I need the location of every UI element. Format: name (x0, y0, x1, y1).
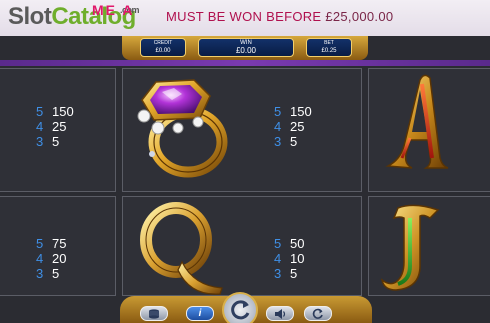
payout-count: 5 (36, 236, 44, 251)
promo-amount: £25,000.00 (325, 9, 394, 24)
payout-count: 3 (274, 134, 282, 149)
meter-bar: CREDIT £0.00 WIN £0.00 BET £0.25 (122, 36, 368, 60)
ring-symbol-icon (137, 79, 228, 178)
payout-amount: 5 (52, 134, 60, 149)
menu-button[interactable] (140, 306, 168, 321)
payout-amount: 50 (290, 236, 305, 251)
payout-amount: 75 (52, 236, 67, 251)
bet-value: £0.25 (321, 48, 337, 54)
win-value: £0.00 (235, 46, 257, 55)
payout-amount: 5 (290, 266, 298, 281)
payout-count: 5 (274, 236, 282, 251)
letter-j-payouts: 5 50 4 10 35 (274, 236, 304, 281)
payout-amount: 20 (52, 251, 67, 266)
payout-count: 4 (274, 251, 282, 266)
letter-q-symbol-icon (140, 202, 223, 295)
letter-j-symbol-icon (380, 204, 440, 291)
promo-banner: SlotCatalog .com ME A MUST BE WON BEFORE… (0, 0, 490, 36)
payout-row: 4 20 (36, 251, 66, 266)
payout-row: 5 75 (36, 236, 66, 251)
purple-strip (0, 60, 490, 66)
payout-row: 5 150 (274, 104, 312, 119)
ring-payouts: 5 150 4 25 35 (36, 104, 74, 149)
mega-jackpot-logo: ME A (92, 2, 135, 18)
payout-row: 4 10 (274, 251, 304, 266)
autoplay-icon (312, 308, 323, 319)
spin-button[interactable] (222, 292, 258, 323)
payout-amount: 25 (290, 119, 305, 134)
bet-label: BET (324, 40, 334, 46)
payout-amount: 10 (290, 251, 305, 266)
refresh-icon (231, 300, 250, 320)
jackpot-promo-text: MUST BE WON BEFORE £25,000.00 (166, 9, 393, 24)
payout-count: 4 (36, 251, 44, 266)
payout-amount: 5 (52, 266, 60, 281)
payout-amount: 150 (52, 104, 74, 119)
payout-amount: 5 (290, 134, 298, 149)
payout-count: 3 (274, 266, 282, 281)
payout-amount: 25 (52, 119, 67, 134)
bet-meter: BET £0.25 (306, 38, 352, 57)
autoplay-button[interactable] (304, 306, 332, 321)
payout-count: 4 (36, 119, 44, 134)
payout-row: 35 (274, 134, 312, 149)
letter-a-payouts: 5 150 4 25 35 (274, 104, 312, 149)
game-screen: SlotCatalog .com ME A MUST BE WON BEFORE… (0, 0, 490, 323)
promo-message: MUST BE WON BEFORE (166, 9, 322, 24)
payout-row: 4 25 (274, 119, 312, 134)
letter-q-payouts: 5 75 4 20 35 (36, 236, 66, 281)
payout-row: 35 (274, 266, 304, 281)
win-meter: WIN £0.00 (198, 38, 294, 57)
info-button[interactable]: i (186, 306, 214, 321)
credit-meter: CREDIT £0.00 (140, 38, 186, 57)
payout-row: 35 (36, 134, 74, 149)
payout-count: 4 (274, 119, 282, 134)
sound-button[interactable] (266, 306, 294, 321)
payout-row: 35 (36, 266, 66, 281)
info-icon: i (198, 308, 202, 319)
payout-row: 5 50 (274, 236, 304, 251)
logo-slot-text: Slot (8, 3, 52, 30)
stack-icon (149, 308, 159, 319)
letter-a-symbol-icon (385, 74, 449, 169)
payout-count: 3 (36, 266, 44, 281)
payout-count: 5 (274, 104, 282, 119)
payout-row: 4 25 (36, 119, 74, 134)
credit-value: £0.00 (155, 48, 171, 54)
payout-row: 5 150 (36, 104, 74, 119)
speaker-icon (275, 308, 286, 319)
payout-amount: 150 (290, 104, 312, 119)
payout-count: 5 (36, 104, 44, 119)
credit-label: CREDIT (153, 40, 173, 46)
payout-count: 3 (36, 134, 44, 149)
